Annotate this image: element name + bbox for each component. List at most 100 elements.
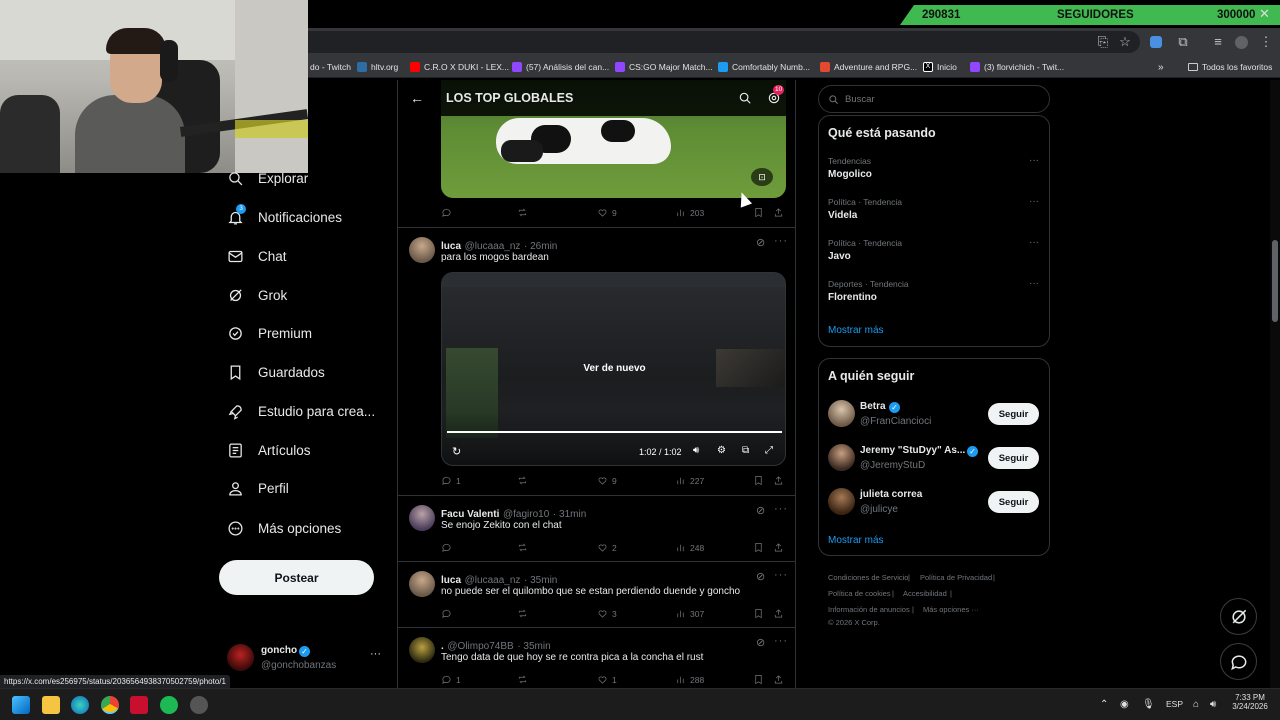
spotify-icon[interactable] bbox=[160, 696, 178, 714]
retweet-button[interactable] bbox=[517, 674, 532, 685]
author-name[interactable]: luca bbox=[441, 575, 461, 586]
install-app-icon[interactable]: ⎘ bbox=[1095, 34, 1111, 50]
author-handle[interactable]: @lucaaa_nz bbox=[465, 241, 521, 252]
bookmark-button[interactable] bbox=[753, 608, 764, 619]
clock[interactable]: 7:33 PM 3/24/2026 bbox=[1230, 693, 1270, 711]
extensions-puzzle-icon[interactable]: ⧉ bbox=[1175, 34, 1191, 50]
bookmark-button[interactable] bbox=[753, 674, 764, 685]
author-handle[interactable]: @lucaaa_nz bbox=[465, 575, 521, 586]
reply-button[interactable] bbox=[441, 207, 456, 218]
retweet-button[interactable] bbox=[517, 542, 532, 553]
like-button[interactable]: 9 bbox=[597, 207, 617, 218]
bookmark-item[interactable]: Comfortably Numb... bbox=[718, 61, 810, 73]
views-button[interactable]: 248 bbox=[675, 542, 704, 553]
follow-button[interactable]: Seguir bbox=[988, 403, 1039, 425]
like-button[interactable]: 3 bbox=[597, 608, 617, 619]
all-bookmarks-folder[interactable]: Todos los favoritos bbox=[1188, 61, 1272, 73]
grok-icon[interactable]: ⊘ bbox=[756, 504, 766, 517]
reply-button[interactable]: 1 bbox=[441, 674, 461, 685]
nav-grok[interactable]: Grok bbox=[227, 283, 287, 307]
follow-button[interactable]: Seguir bbox=[988, 447, 1039, 469]
tweet-time[interactable]: · 26min bbox=[524, 241, 557, 252]
windows-start-icon[interactable] bbox=[12, 696, 30, 714]
replay-label[interactable]: Ver de nuevo bbox=[442, 363, 785, 374]
more-icon[interactable]: ··· bbox=[774, 635, 788, 647]
footer-link[interactable]: Accesibilidad bbox=[903, 589, 947, 598]
trend-item[interactable]: Tendencias Mogolico ··· bbox=[819, 154, 1049, 192]
views-button[interactable]: 288 bbox=[675, 674, 704, 685]
messages-fab[interactable] bbox=[1220, 643, 1257, 680]
like-button[interactable]: 2 bbox=[597, 542, 617, 553]
tweet[interactable]: luca @lucaaa_nz · 35min ⊘ ··· no puede s… bbox=[398, 562, 795, 628]
bookmark-star-icon[interactable]: ☆ bbox=[1117, 34, 1133, 50]
volume-icon[interactable]: 🔊︎ bbox=[1210, 699, 1216, 710]
tweet[interactable]: . @Olimpo74BB · 35min ⊘ ··· Tengo data d… bbox=[398, 628, 795, 688]
media-controls-icon[interactable]: ≡ bbox=[1210, 34, 1226, 50]
bookmark-item[interactable]: do - Twitch bbox=[310, 61, 351, 73]
show-more-link[interactable]: Mostrar más bbox=[828, 535, 884, 546]
nav-explorar[interactable]: Explorar bbox=[227, 166, 308, 190]
share-button[interactable] bbox=[773, 608, 784, 619]
video-progress-bar[interactable] bbox=[447, 431, 782, 433]
account-switcher[interactable]: goncho ✓ @gonchobanzas ··· bbox=[227, 642, 387, 674]
show-more-link[interactable]: Mostrar más bbox=[828, 325, 884, 336]
window-close-icon[interactable]: ✕ bbox=[1259, 6, 1270, 22]
bookmark-button[interactable] bbox=[753, 475, 764, 486]
share-button[interactable] bbox=[773, 674, 784, 685]
tweet-time[interactable]: · 35min bbox=[517, 641, 550, 652]
avatar[interactable] bbox=[409, 637, 435, 663]
search-input[interactable] bbox=[845, 92, 1040, 107]
retweet-button[interactable] bbox=[517, 207, 532, 218]
share-button[interactable] bbox=[773, 542, 784, 553]
tweet-time[interactable]: · 31min bbox=[553, 509, 586, 520]
page-scrollbar[interactable] bbox=[1270, 80, 1280, 688]
share-button[interactable] bbox=[773, 207, 784, 218]
author-name[interactable]: luca bbox=[441, 241, 461, 252]
trend-item[interactable]: Política · Tendencia Videla ··· bbox=[819, 195, 1049, 233]
replay-icon[interactable]: ↻ bbox=[452, 445, 461, 458]
tray-overflow-icon[interactable]: ⌃ bbox=[1100, 699, 1108, 710]
tweet-time[interactable]: · 35min bbox=[524, 575, 557, 586]
trend-item[interactable]: Política · Tendencia Javo ··· bbox=[819, 236, 1049, 274]
trend-item[interactable]: Deportes · Tendencia Florentino ··· bbox=[819, 277, 1049, 315]
follow-suggestion[interactable]: julieta correa @julicye Seguir bbox=[819, 485, 1049, 521]
back-arrow-icon[interactable]: ← bbox=[410, 90, 424, 106]
bookmark-item[interactable]: (3) florvichich - Twit... bbox=[970, 61, 1064, 73]
more-icon[interactable]: ··· bbox=[774, 235, 788, 247]
bookmark-item[interactable]: (57) Análisis del can... bbox=[512, 61, 609, 73]
views-button[interactable]: 203 bbox=[675, 207, 704, 218]
search-box[interactable] bbox=[818, 85, 1050, 113]
bookmark-item[interactable]: hltv.org bbox=[357, 61, 398, 73]
post-button[interactable]: Postear bbox=[219, 560, 374, 595]
network-icon[interactable]: ⌂ bbox=[1193, 699, 1199, 710]
author-name[interactable]: Facu Valenti bbox=[441, 509, 499, 520]
tweet[interactable]: luca @lucaaa_nz · 26min ⊘ ··· para los m… bbox=[398, 228, 795, 496]
bookmark-item[interactable]: CS:GO Major Match... bbox=[615, 61, 713, 73]
tweet[interactable]: Facu Valenti @fagiro10 · 31min ⊘ ··· Se … bbox=[398, 496, 795, 562]
browser-menu-icon[interactable]: ⋮ bbox=[1258, 34, 1274, 50]
avatar[interactable] bbox=[409, 571, 435, 597]
microphone-icon[interactable]: 🎙︎ bbox=[1142, 699, 1155, 710]
fullscreen-icon[interactable]: ⤢ bbox=[765, 445, 773, 456]
grok-icon[interactable]: ⊘ bbox=[756, 236, 766, 249]
bookmarks-overflow-icon[interactable]: » bbox=[1158, 61, 1164, 73]
grok-icon[interactable]: ⊘ bbox=[756, 636, 766, 649]
like-button[interactable]: 1 bbox=[597, 674, 617, 685]
retweet-button[interactable] bbox=[517, 475, 532, 486]
footer-link[interactable]: Política de Privacidad bbox=[920, 573, 992, 582]
app-icon[interactable] bbox=[130, 696, 148, 714]
reply-button[interactable] bbox=[441, 542, 456, 553]
nav-chat[interactable]: Chat bbox=[227, 244, 287, 268]
follow-suggestion[interactable]: Jeremy "StuDyy" As... ✓ @JeremyStuD Segu… bbox=[819, 441, 1049, 477]
more-icon[interactable]: ··· bbox=[1029, 196, 1039, 207]
more-icon[interactable]: ··· bbox=[1029, 237, 1039, 248]
nav-articulos[interactable]: Artículos bbox=[227, 438, 311, 462]
retweet-button[interactable] bbox=[517, 608, 532, 619]
avatar[interactable] bbox=[828, 488, 855, 515]
grok-fab[interactable] bbox=[1220, 598, 1257, 635]
avatar[interactable] bbox=[828, 444, 855, 471]
bookmark-button[interactable] bbox=[753, 542, 764, 553]
bookmark-item[interactable]: C.R.O X DUKI - LEX... bbox=[410, 61, 509, 73]
footer-link[interactable]: Más opciones ··· bbox=[923, 605, 979, 614]
chrome-icon[interactable] bbox=[101, 696, 119, 714]
